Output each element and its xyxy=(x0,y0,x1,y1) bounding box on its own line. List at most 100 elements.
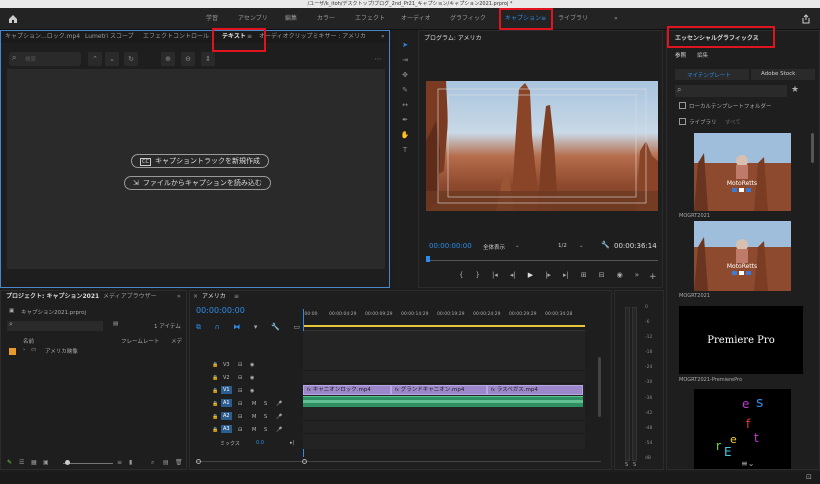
time-ruler[interactable]: :00:00 00:00:04:29 00:00:09:29 00:00:14:… xyxy=(303,309,585,331)
quality-chevron-icon[interactable]: ⌄ xyxy=(579,243,584,249)
status-icon[interactable]: ⊡ xyxy=(806,473,812,481)
tab-source-clip[interactable]: キャプション...ロック.mp4 xyxy=(5,31,80,43)
project-search-input[interactable]: ⌕ xyxy=(7,320,103,331)
workspace-tab-libraries[interactable]: ライブラリ xyxy=(558,8,588,30)
icon-view-icon[interactable]: ▦ xyxy=(31,459,37,466)
scroll-handle-left[interactable] xyxy=(196,459,201,464)
expand-chevron-icon[interactable]: › xyxy=(23,347,25,353)
mix-value[interactable]: 0.0 xyxy=(256,440,264,446)
workspace-tab-assembly[interactable]: アセンブリ xyxy=(238,8,268,30)
lock-icon[interactable]: 🔒 xyxy=(212,388,218,394)
lock-icon[interactable]: 🔒 xyxy=(212,362,218,368)
solo-button[interactable]: S xyxy=(264,414,267,420)
tab-edit[interactable]: 編集 xyxy=(697,51,708,59)
lock-icon[interactable]: 🔒 xyxy=(212,401,218,407)
track-label[interactable]: A1 xyxy=(221,399,232,407)
settings-icon[interactable]: » xyxy=(635,271,639,283)
timeline-timecode[interactable]: 00:00:00:00 xyxy=(196,306,245,315)
libraries-checkbox[interactable] xyxy=(679,118,686,125)
add-caption-icon[interactable]: ⊕ xyxy=(161,52,175,66)
microphone-icon[interactable]: 🎤 xyxy=(276,401,282,407)
track-label[interactable]: A2 xyxy=(221,412,232,420)
eye-icon[interactable]: ◉ xyxy=(250,388,254,394)
solo-button[interactable]: S xyxy=(264,401,267,407)
import-captions-button[interactable]: ⇲ ファイルからキャプションを読み込む xyxy=(124,176,271,190)
microphone-icon[interactable]: 🎤 xyxy=(276,427,282,433)
favorite-star-icon[interactable]: ★ xyxy=(791,85,799,95)
chevron-down-icon[interactable]: ⌄ xyxy=(105,52,119,66)
templates-scrollbar[interactable] xyxy=(811,133,814,163)
mark-out-icon[interactable]: } xyxy=(475,271,479,283)
adobe-stock-tab[interactable]: Adobe Stock xyxy=(751,69,815,80)
selection-tool-icon[interactable]: ➤ xyxy=(398,39,412,51)
overwrite-icon[interactable]: ⊟ xyxy=(599,271,605,283)
eye-icon[interactable]: ◉ xyxy=(250,375,254,381)
search-input[interactable]: ⌕ 検索 xyxy=(9,52,81,66)
panel-more-icon[interactable]: ⋯ xyxy=(371,52,385,66)
workspace-tab-learn[interactable]: 学習 xyxy=(206,8,218,30)
tab-media-browser[interactable]: メディアブラウザー xyxy=(103,291,157,303)
wrench-icon[interactable]: 🔧 xyxy=(601,241,610,249)
tab-effect-controls[interactable]: エフェクトコントロール xyxy=(143,31,209,43)
go-to-in-icon[interactable]: |◂ xyxy=(492,271,498,283)
export-frame-icon[interactable]: ◉ xyxy=(617,271,623,283)
freeform-view-icon[interactable]: ▣ xyxy=(43,459,49,466)
video-clip[interactable]: fx ラスベガス.mp4 xyxy=(487,385,583,395)
new-caption-track-button[interactable]: CC キャプショントラックを新規作成 xyxy=(131,154,269,168)
essential-menu-icon[interactable]: ≡ xyxy=(753,33,758,45)
sort-icon[interactable]: ≡⌄ xyxy=(741,459,754,468)
workspace-tab-captions[interactable]: キャプション xyxy=(505,8,541,30)
timeline-tab[interactable]: アメリカ xyxy=(202,291,226,303)
lock-icon[interactable]: 🔒 xyxy=(212,427,218,433)
program-scrubber[interactable] xyxy=(426,256,658,262)
split-caption-icon[interactable]: ⊖ xyxy=(181,52,195,66)
insert-icon[interactable]: ⊞ xyxy=(581,271,587,283)
hand-tool-icon[interactable]: ✋ xyxy=(398,129,412,141)
tab-browse[interactable]: 参照 xyxy=(675,51,686,59)
workspace-tab-effects[interactable]: エフェクト xyxy=(355,8,385,30)
template-thumbnail[interactable]: Premiere Pro xyxy=(679,306,803,374)
sync-lock-icon[interactable]: ⊟ xyxy=(238,388,242,394)
mark-in-icon[interactable]: { xyxy=(459,271,463,283)
timeline-settings-icon[interactable]: 🔧 xyxy=(271,323,280,333)
find-icon[interactable]: ⌕ xyxy=(151,459,154,467)
zoom-slider-handle[interactable] xyxy=(65,460,70,465)
mute-button[interactable]: M xyxy=(252,414,256,420)
pen-tool-icon[interactable]: ✒ xyxy=(398,114,412,126)
nest-icon[interactable]: ⧉ xyxy=(196,323,201,333)
sync-lock-icon[interactable]: ⊟ xyxy=(238,362,242,368)
libraries-select[interactable]: すべて xyxy=(725,118,741,126)
automate-icon[interactable]: ▮ xyxy=(129,459,132,466)
eye-icon[interactable]: ◉ xyxy=(250,362,254,368)
track-label[interactable]: V1 xyxy=(221,386,232,394)
play-icon[interactable]: ▶ xyxy=(528,271,533,283)
workspace-tab-audio[interactable]: オーディオ xyxy=(401,8,431,30)
new-bin-icon[interactable]: ▤ xyxy=(113,321,118,327)
template-thumbnail[interactable]: e s f e r E t xyxy=(694,389,791,469)
pencil-icon[interactable]: ✎ xyxy=(7,459,12,466)
column-name[interactable]: 名前 xyxy=(23,337,34,345)
tab-project[interactable]: プロジェクト: キャプション2021 xyxy=(6,291,99,303)
ripple-edit-tool-icon[interactable]: ✥ xyxy=(398,69,412,81)
template-thumbnail[interactable]: MotoRetts xyxy=(694,133,791,211)
more-tabs-icon[interactable]: » xyxy=(177,291,181,303)
program-timecode[interactable]: 00:00:00:00 xyxy=(429,242,472,250)
go-to-out-icon[interactable]: ▸| xyxy=(563,271,569,283)
my-templates-tab[interactable]: マイテンプレート xyxy=(675,69,749,80)
video-clip[interactable]: fx グランドキャニオン.mp4 xyxy=(391,385,487,395)
track-label[interactable]: V2 xyxy=(223,375,230,381)
merge-caption-icon[interactable]: ⇕ xyxy=(201,52,215,66)
video-frame[interactable] xyxy=(426,81,658,211)
zoom-slider[interactable] xyxy=(63,463,113,464)
track-label[interactable]: V3 xyxy=(223,362,230,368)
more-workspaces-icon[interactable]: » xyxy=(614,8,618,30)
lock-icon[interactable]: 🔒 xyxy=(212,375,218,381)
timeline-close-icon[interactable]: × xyxy=(193,291,198,303)
templates-search-input[interactable]: ⌕ xyxy=(675,85,787,97)
delete-icon[interactable]: 🗑 xyxy=(175,459,183,466)
microphone-icon[interactable]: 🎤 xyxy=(276,414,282,420)
sync-lock-icon[interactable]: ⊟ xyxy=(238,401,242,407)
scroll-handle-right[interactable] xyxy=(302,459,307,464)
workspace-tab-graphics[interactable]: グラフィック xyxy=(450,8,486,30)
sync-lock-icon[interactable]: ⊟ xyxy=(238,427,242,433)
